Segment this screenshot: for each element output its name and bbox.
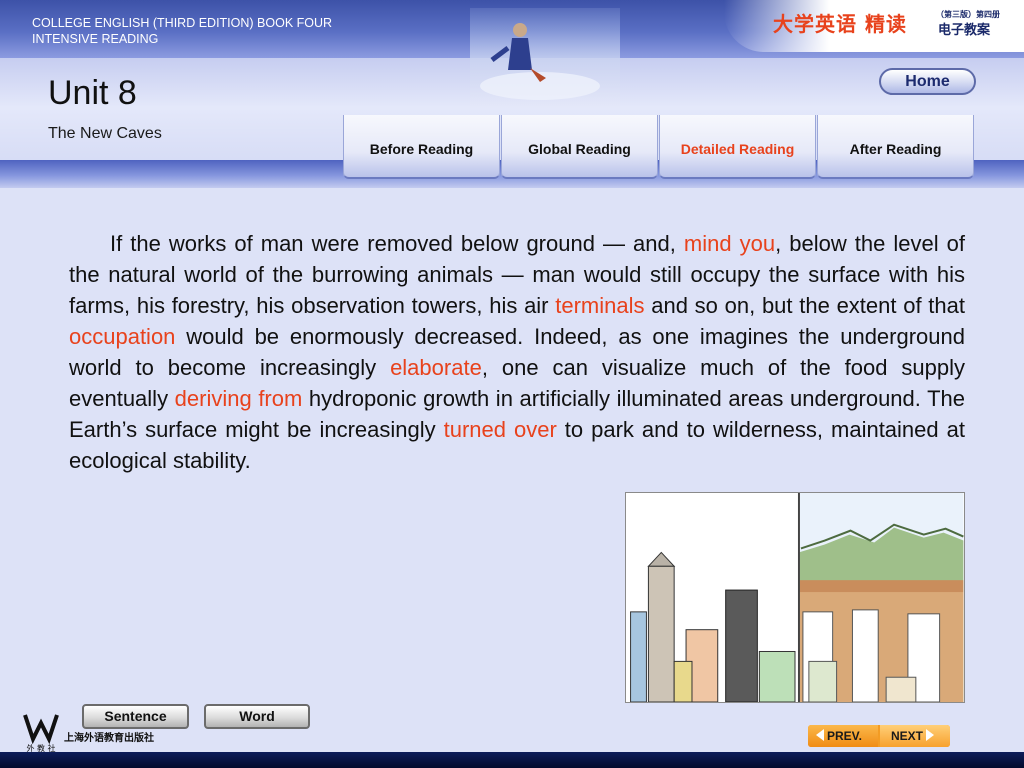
course-title: COLLEGE ENGLISH (THIRD EDITION) BOOK FOU… xyxy=(32,16,333,46)
publisher-name: 上海外语教育出版社 xyxy=(64,733,154,744)
sentence-button[interactable]: Sentence xyxy=(82,704,189,729)
passage-text: If the works of man were removed below g… xyxy=(69,228,965,476)
chinese-subtitle: 电子教案 xyxy=(938,23,991,38)
phrase-occupation[interactable]: occupation xyxy=(69,324,175,349)
publisher-logo-icon: 外 教 社 xyxy=(23,714,59,753)
phrase-elaborate[interactable]: elaborate xyxy=(390,355,482,380)
tab-before-reading[interactable]: Before Reading xyxy=(343,115,500,179)
phrase-terminals[interactable]: terminals xyxy=(555,293,644,318)
phrase-deriving-from[interactable]: deriving from xyxy=(175,386,303,411)
home-button[interactable]: Home xyxy=(879,68,976,95)
next-label: NEXT xyxy=(891,729,924,743)
prev-button[interactable]: PREV. xyxy=(808,725,878,747)
pagination-nav: PREV. NEXT xyxy=(808,725,950,747)
tab-detailed-reading[interactable]: Detailed Reading xyxy=(659,115,816,179)
passage-segment: and so on, but the extent of that xyxy=(644,293,965,318)
unit-subtitle: The New Caves xyxy=(48,125,162,142)
prev-label: PREV. xyxy=(827,729,862,743)
word-button[interactable]: Word xyxy=(204,704,310,729)
tab-global-reading[interactable]: Global Reading xyxy=(501,115,658,179)
passage-segment: If the works of man were removed below g… xyxy=(110,231,684,256)
phrase-mind-you[interactable]: mind you xyxy=(684,231,775,256)
arrow-right-icon xyxy=(926,729,935,741)
phrase-turned-over[interactable]: turned over xyxy=(444,417,557,442)
chinese-title: 大学英语 精读 xyxy=(773,12,907,36)
arrow-left-icon xyxy=(816,729,824,741)
city-underground-illustration xyxy=(625,492,965,703)
tab-after-reading[interactable]: After Reading xyxy=(817,115,974,179)
unit-title: Unit 8 xyxy=(48,74,137,112)
header-photo xyxy=(470,8,620,108)
next-button[interactable]: NEXT xyxy=(880,725,950,747)
bottom-bar xyxy=(0,752,1024,768)
